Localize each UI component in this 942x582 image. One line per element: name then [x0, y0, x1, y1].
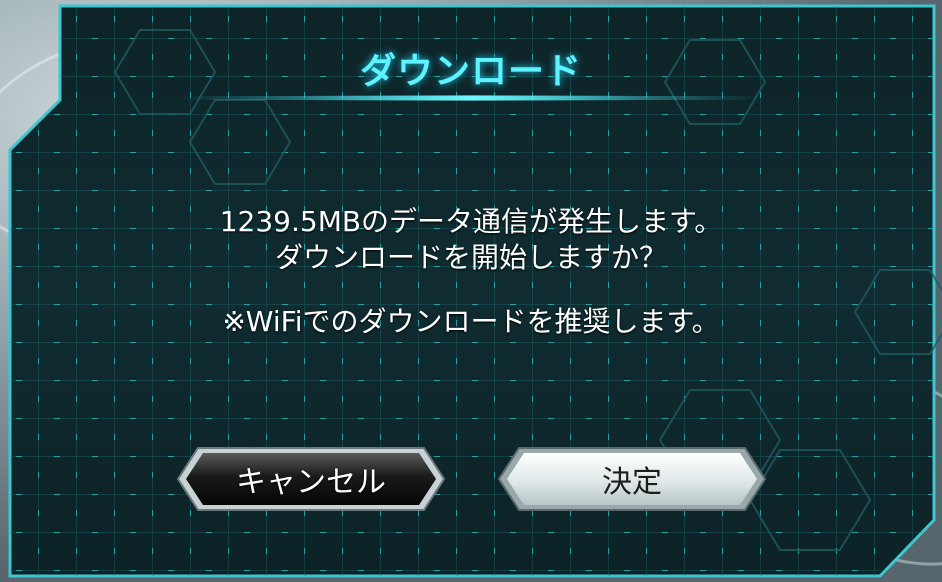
- cancel-button[interactable]: キャンセル: [176, 446, 446, 512]
- wifi-recommendation-note: ※WiFiでのダウンロードを推奨します。: [222, 305, 720, 338]
- dialog-title: ダウンロード: [359, 51, 582, 92]
- download-dialog: ダウンロード 1239.5MBのデータ通信が発生します。 ダウンロードを開始しま…: [0, 0, 942, 582]
- game-scene-background: ダウンロード 1239.5MBのデータ通信が発生します。 ダウンロードを開始しま…: [0, 0, 942, 582]
- message-line-1: 1239.5MBのデータ通信が発生します。: [219, 205, 723, 238]
- confirm-button[interactable]: 決定: [497, 446, 767, 512]
- message-line-2: ダウンロードを開始しますか？: [274, 241, 667, 274]
- confirm-button-label: 決定: [602, 465, 662, 500]
- dialog-message: 1239.5MBのデータ通信が発生します。 ダウンロードを開始しますか？: [0, 204, 942, 276]
- cancel-button-label: キャンセル: [236, 465, 386, 500]
